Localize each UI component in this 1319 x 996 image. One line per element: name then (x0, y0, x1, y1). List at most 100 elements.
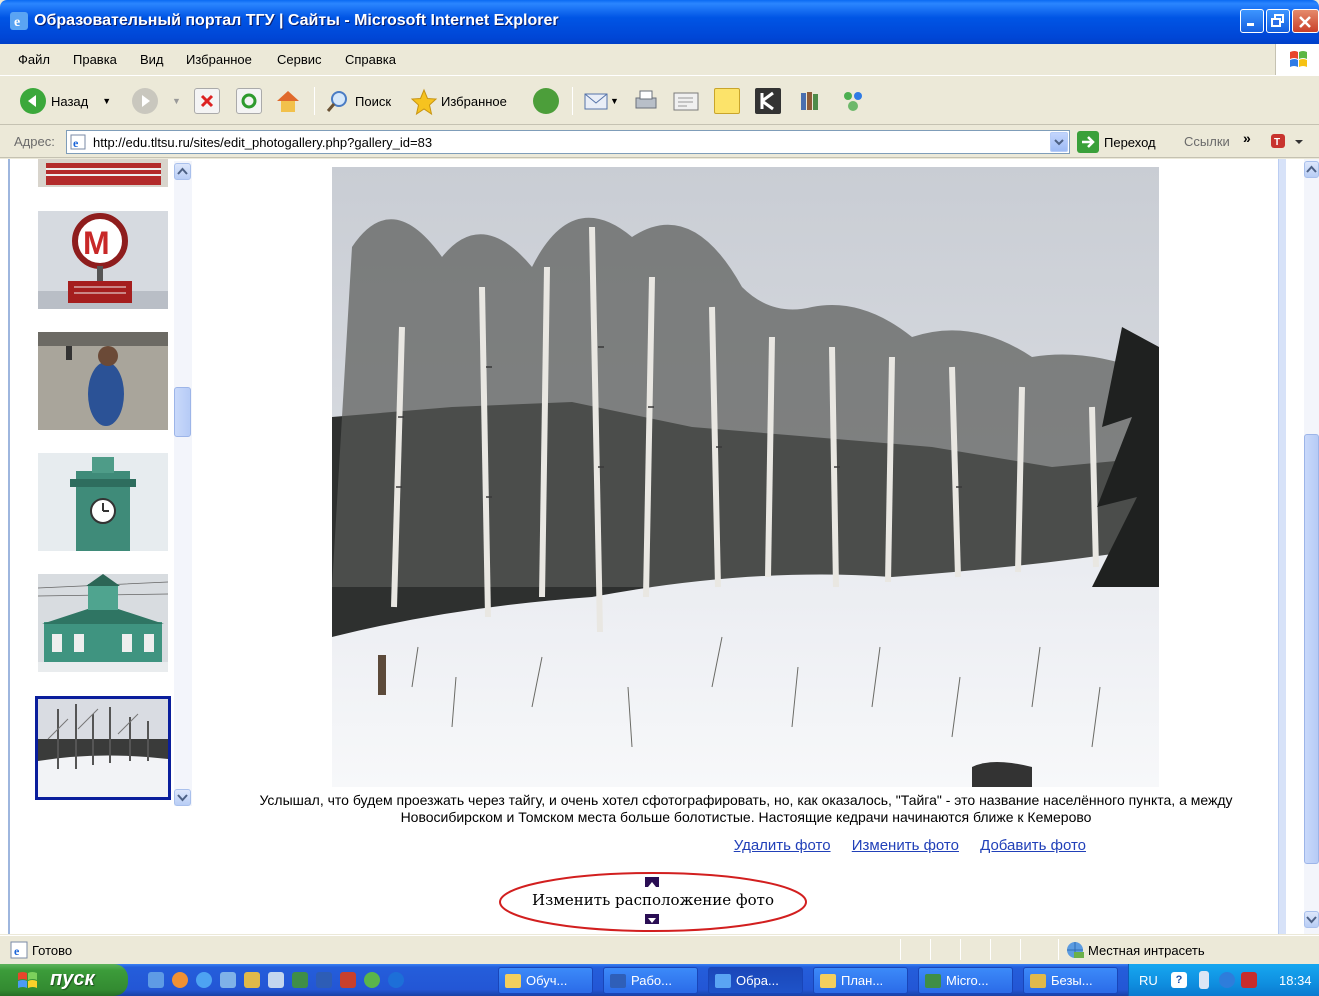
media-button[interactable] (533, 85, 559, 117)
refresh-button[interactable] (236, 85, 262, 117)
maximize-button[interactable] (1266, 9, 1290, 33)
quick-launch-icon[interactable] (364, 972, 380, 988)
quick-launch-icon[interactable] (172, 972, 188, 988)
folder-icon (505, 973, 521, 988)
taskbar-button[interactable]: Рабо... (603, 967, 698, 994)
address-dropdown-button[interactable] (1050, 132, 1068, 152)
svg-text:e: e (73, 136, 79, 150)
mail-button[interactable]: ▼ (582, 85, 619, 117)
search-icon (324, 88, 350, 114)
back-dropdown-icon[interactable]: ▼ (102, 96, 111, 106)
edit-photo-link[interactable]: Изменить фото (852, 837, 959, 854)
menu-tools[interactable]: Сервис (277, 52, 322, 67)
move-up-button[interactable] (645, 877, 659, 887)
content-area: M Услышал, что будем проезжать через тай… (0, 159, 1319, 934)
quick-launch-icon[interactable] (316, 972, 332, 988)
k-button[interactable] (755, 85, 781, 117)
main-photo (332, 167, 1159, 787)
links-overflow-icon[interactable]: » (1243, 130, 1251, 146)
menu-view[interactable]: Вид (140, 52, 164, 67)
quick-launch-icon[interactable] (388, 972, 404, 988)
page-scroll-up-button[interactable] (1304, 161, 1319, 178)
word-icon (610, 973, 626, 988)
forward-dropdown-icon[interactable]: ▼ (172, 96, 181, 106)
address-bar: Адрес: e http://edu.tltsu.ru/sites/edit_… (0, 126, 1319, 158)
triangle-up-icon (648, 882, 656, 887)
folder-icon (820, 973, 836, 988)
close-button[interactable] (1292, 9, 1319, 33)
thumbnail-metro-sign[interactable]: M (38, 211, 168, 309)
quick-launch-icon[interactable] (244, 972, 260, 988)
move-down-button[interactable] (645, 914, 659, 924)
language-indicator[interactable]: RU (1139, 973, 1158, 988)
status-separator (960, 939, 961, 960)
quick-launch-icon[interactable] (196, 972, 212, 988)
taskbar-button[interactable]: План... (813, 967, 908, 994)
help-icon[interactable]: ? (1171, 972, 1187, 988)
antivirus-icon[interactable] (1241, 972, 1257, 988)
paint-icon (1030, 973, 1046, 988)
messenger-button[interactable] (839, 85, 865, 117)
stop-button[interactable] (194, 85, 220, 117)
start-label: пуск (50, 968, 95, 990)
thumbnail-old-woman[interactable] (38, 332, 168, 430)
taskbar-button[interactable]: Безы... (1023, 967, 1118, 994)
translate-icon[interactable]: T (1270, 132, 1303, 152)
page-icon: e (70, 134, 86, 150)
back-circle-icon[interactable] (1219, 972, 1235, 988)
menu-favorites[interactable]: Избранное (186, 52, 252, 67)
frame-splitter[interactable] (1278, 159, 1286, 934)
quick-launch-icon[interactable] (268, 972, 284, 988)
page-scroll-down-button[interactable] (1304, 911, 1319, 928)
windows-logo (1275, 44, 1319, 75)
address-input[interactable]: e http://edu.tltsu.ru/sites/edit_photoga… (66, 130, 1070, 154)
thumbnail-frame: M (8, 159, 194, 934)
network-icon[interactable] (1199, 971, 1209, 989)
thumbnail-green-station[interactable] (38, 574, 168, 672)
links-button[interactable]: Ссылки (1184, 134, 1230, 149)
taskbar-button[interactable]: Обуч... (498, 967, 593, 994)
thumbnail-partial[interactable] (38, 159, 168, 187)
quick-launch-icon[interactable] (220, 972, 236, 988)
thumbnail-scrollbar[interactable] (174, 161, 192, 806)
search-button[interactable]: Поиск (324, 85, 391, 117)
page-scrollbar[interactable] (1304, 159, 1319, 934)
start-button[interactable]: пуск (0, 964, 128, 996)
scroll-thumb[interactable] (174, 387, 191, 437)
edit-button[interactable] (671, 85, 699, 117)
print-button[interactable] (632, 85, 658, 117)
taskbar-button[interactable]: Micro... (918, 967, 1013, 994)
quick-launch-icon[interactable] (148, 972, 164, 988)
edit-page-icon (671, 88, 699, 114)
refresh-icon (236, 88, 262, 114)
taskbar-button-active[interactable]: Обра... (708, 967, 803, 994)
page-scroll-thumb[interactable] (1304, 434, 1319, 864)
quick-launch-icon[interactable] (292, 972, 308, 988)
menu-help[interactable]: Справка (345, 52, 396, 67)
go-button[interactable]: Переход (1077, 131, 1156, 153)
research-button[interactable] (797, 85, 823, 117)
delete-photo-link[interactable]: Удалить фото (734, 837, 831, 854)
ie-icon: e (10, 12, 28, 30)
scroll-up-button[interactable] (174, 163, 191, 180)
photo-caption: Услышал, что будем проезжать через тайгу… (259, 792, 1233, 825)
toolbar-separator (572, 87, 573, 115)
menu-edit[interactable]: Правка (73, 52, 117, 67)
svg-text:T: T (1274, 137, 1280, 148)
forward-button[interactable]: ▼ (132, 85, 181, 117)
notes-button[interactable] (714, 85, 740, 117)
home-icon (274, 88, 300, 114)
minimize-button[interactable] (1240, 9, 1264, 33)
thumbnail-clock-tower[interactable] (38, 453, 168, 551)
menu-file[interactable]: Файл (18, 52, 50, 67)
scroll-down-button[interactable] (174, 789, 191, 806)
quick-launch-icon[interactable] (340, 972, 356, 988)
thumbnail-birch-forest[interactable] (35, 696, 171, 800)
back-button[interactable]: Назад ▼ (20, 85, 111, 117)
taskbar-button-label: Обра... (736, 973, 779, 988)
media-icon (533, 88, 559, 114)
add-photo-link[interactable]: Добавить фото (980, 837, 1086, 854)
menu-bar: Файл Правка Вид Избранное Сервис Справка (0, 44, 1319, 76)
home-button[interactable] (274, 85, 300, 117)
favorites-button[interactable]: Избранное (410, 85, 507, 117)
